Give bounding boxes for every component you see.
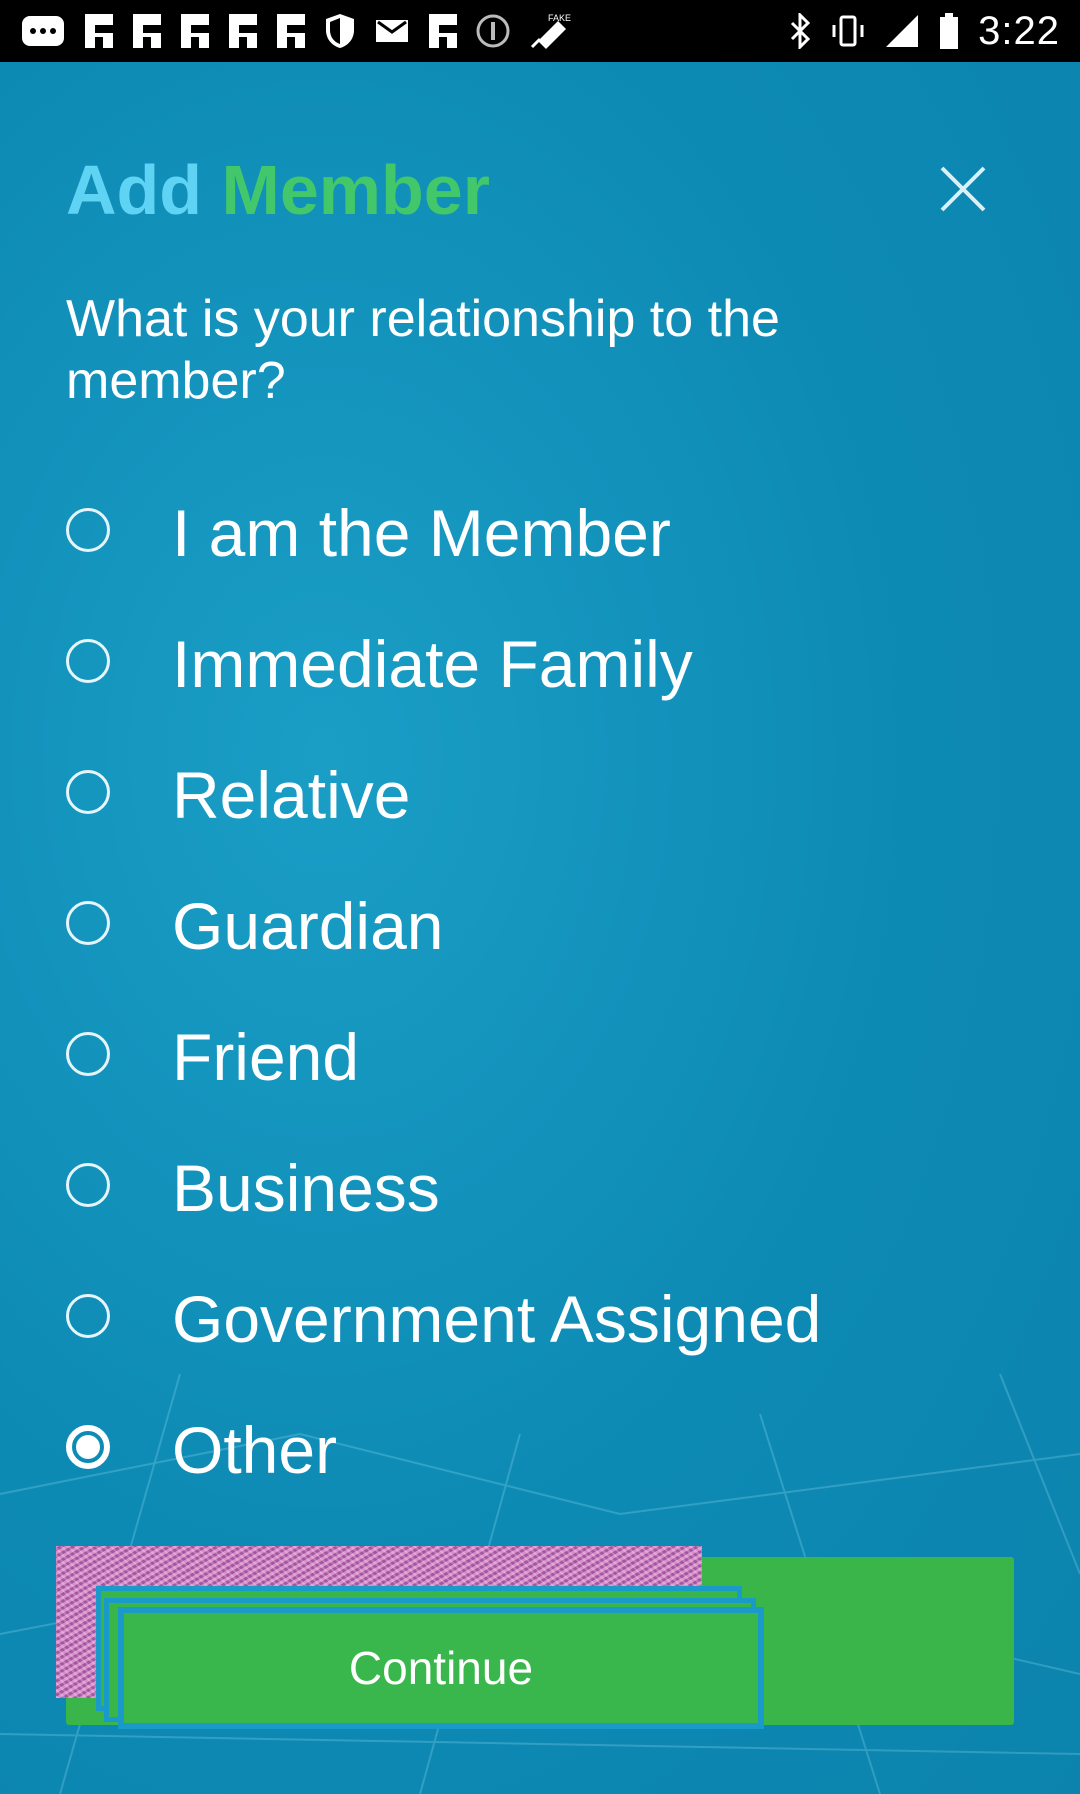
- radio-button[interactable]: [66, 900, 110, 945]
- continue-button[interactable]: Continue: [118, 1607, 764, 1729]
- option-label: I am the Member: [172, 495, 671, 570]
- flipboard-icon: [428, 13, 458, 49]
- radio-button[interactable]: [66, 507, 110, 552]
- clock: 3:22: [978, 8, 1060, 53]
- option-relative[interactable]: Relative: [66, 729, 1016, 860]
- option-label: Friend: [172, 1019, 360, 1094]
- page-title: Add Member: [66, 150, 490, 230]
- radio-button[interactable]: [66, 638, 110, 683]
- flipboard-icon: [276, 13, 306, 49]
- flipboard-icon: [84, 13, 114, 49]
- vibrate-icon: [830, 13, 866, 49]
- close-button[interactable]: [928, 154, 998, 224]
- option-label: Government Assigned: [172, 1281, 822, 1356]
- relationship-question: What is your relationship to the member?: [66, 290, 780, 410]
- radio-button[interactable]: [66, 1031, 110, 1076]
- option-label: Business: [172, 1150, 440, 1225]
- title-add: Add: [66, 151, 203, 229]
- add-member-screen: Add Member What is your relationship to …: [0, 62, 1080, 1794]
- fake-gps-icon: FAKE: [528, 11, 574, 51]
- title-member: Member: [221, 151, 490, 229]
- option-government-assigned[interactable]: Government Assigned: [66, 1253, 1016, 1384]
- flipboard-icon: [180, 13, 210, 49]
- option-label: Relative: [172, 757, 411, 832]
- battery-icon: [938, 12, 960, 50]
- bluetooth-icon: [788, 13, 812, 49]
- close-icon: [940, 166, 986, 212]
- status-icons-right: 3:22: [788, 9, 1060, 54]
- radio-button[interactable]: [66, 1293, 110, 1338]
- relationship-options: I am the Member Immediate Family Relativ…: [66, 467, 1016, 1515]
- flipboard-icon: [228, 13, 258, 49]
- radio-button[interactable]: [66, 1162, 110, 1207]
- radio-button-selected[interactable]: [66, 1424, 110, 1469]
- option-immediate-family[interactable]: Immediate Family: [66, 598, 1016, 729]
- option-label: Guardian: [172, 888, 444, 963]
- radio-button[interactable]: [66, 769, 110, 814]
- option-i-am-the-member[interactable]: I am the Member: [66, 467, 1016, 598]
- status-icons-left: FAKE: [20, 11, 574, 51]
- flipboard-icon: [132, 13, 162, 49]
- option-label: Immediate Family: [172, 626, 693, 701]
- message-icon: [20, 14, 66, 48]
- option-guardian[interactable]: Guardian: [66, 860, 1016, 991]
- svg-text:FAKE: FAKE: [548, 13, 571, 23]
- email-icon: [374, 16, 410, 46]
- option-label: Other: [172, 1412, 338, 1487]
- shield-icon: [324, 12, 356, 50]
- signal-icon: [884, 13, 920, 49]
- option-friend[interactable]: Friend: [66, 991, 1016, 1122]
- info-icon: [476, 14, 510, 48]
- status-bar: FAKE 3:22: [0, 0, 1080, 62]
- option-business[interactable]: Business: [66, 1122, 1016, 1253]
- option-other[interactable]: Other: [66, 1384, 1016, 1515]
